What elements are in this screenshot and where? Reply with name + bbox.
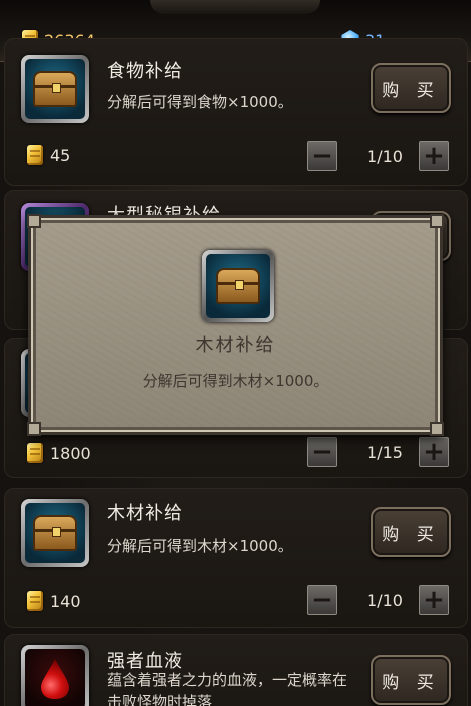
- item-desc: 蕴含着强者之力的血液，一定概率在击败怪物时掉落: [107, 671, 348, 706]
- item-name: 木材补给: [107, 503, 183, 524]
- chest-icon: [33, 71, 77, 107]
- corner-ornament: [430, 214, 444, 228]
- corner-ornament: [27, 422, 41, 436]
- price-row: 45: [27, 145, 70, 165]
- popup-desc: 分解后可得到木材×1000。: [142, 372, 329, 390]
- shop-item-strong-blood: 强者血液 蕴含着强者之力的血液，一定概率在击败怪物时掉落 购 买: [4, 634, 468, 706]
- increase-quantity-button[interactable]: +: [419, 141, 449, 171]
- decrease-quantity-button[interactable]: −: [307, 437, 337, 467]
- price-row: 1800: [27, 443, 91, 463]
- item-icon-frame: [21, 645, 89, 706]
- item-name: 食物补给: [107, 61, 183, 82]
- quantity-display: 1/10: [367, 147, 403, 166]
- increase-quantity-button[interactable]: +: [419, 437, 449, 467]
- chest-icon: [33, 515, 77, 551]
- buy-button[interactable]: 购 买: [371, 63, 451, 113]
- item-price: 1800: [50, 443, 91, 463]
- item-icon-frame: [21, 55, 89, 123]
- item-price: 45: [50, 145, 71, 165]
- decrease-quantity-button[interactable]: −: [307, 585, 337, 615]
- item-detail-popup[interactable]: 木材补给 分解后可得到木材×1000。: [27, 214, 444, 436]
- chest-icon: [216, 268, 260, 304]
- buy-button[interactable]: 购 买: [371, 655, 451, 705]
- quantity-display: 1/10: [367, 591, 403, 610]
- blood-drop-icon: [41, 659, 69, 699]
- shop-item-wood-supply: 木材补给 分解后可得到木材×1000。 购 买 140 − 1/10 +: [4, 488, 468, 628]
- increase-quantity-button[interactable]: +: [419, 585, 449, 615]
- quantity-display: 1/15: [367, 443, 403, 462]
- item-desc: 分解后可得到食物×1000。: [107, 93, 293, 111]
- popup-item-icon-frame: [202, 250, 274, 322]
- corner-ornament: [430, 422, 444, 436]
- item-icon-frame: [21, 499, 89, 567]
- price-row: 140: [27, 591, 81, 611]
- buy-button[interactable]: 购 买: [371, 507, 451, 557]
- popup-title: 木材补给: [195, 335, 276, 356]
- item-price: 140: [50, 591, 81, 611]
- decrease-quantity-button[interactable]: −: [307, 141, 337, 171]
- corner-ornament: [27, 214, 41, 228]
- item-desc: 分解后可得到木材×1000。: [107, 537, 293, 555]
- gold-bar-icon: [27, 443, 43, 463]
- top-ornament: [150, 0, 320, 14]
- gold-bar-icon: [27, 591, 43, 611]
- shop-item-food-supply: 食物补给 分解后可得到食物×1000。 购 买 45 − 1/10 +: [4, 38, 468, 186]
- gold-bar-icon: [27, 145, 43, 165]
